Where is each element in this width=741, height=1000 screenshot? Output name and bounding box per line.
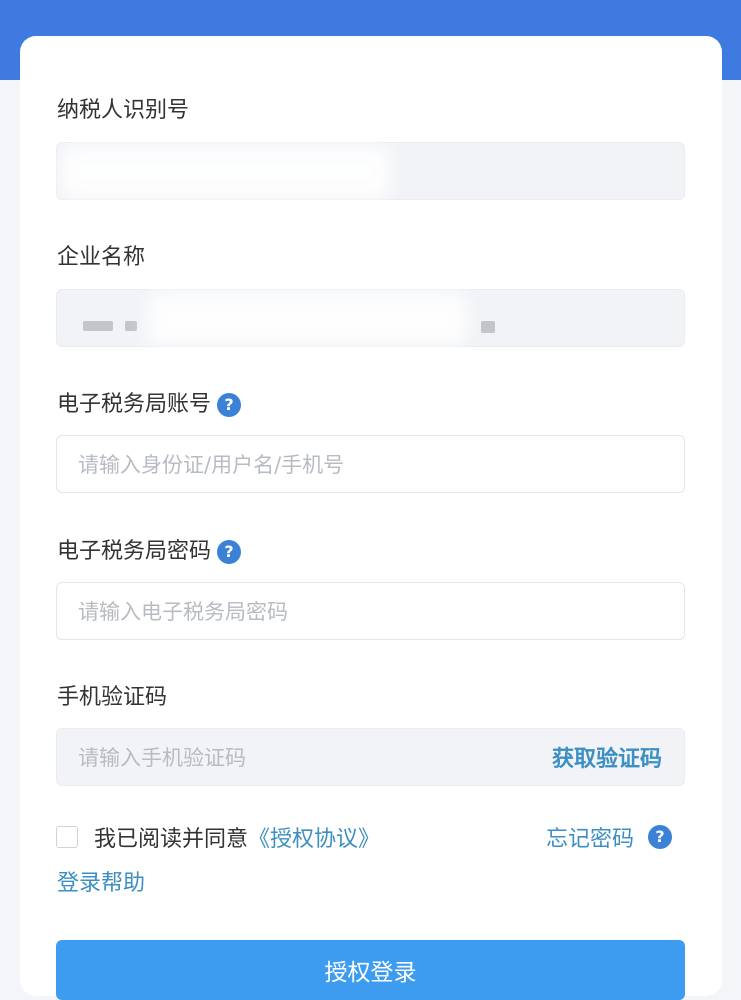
company-name-label: 企业名称 — [57, 243, 145, 273]
sms-code-placeholder: 请输入手机验证码 — [78, 746, 246, 770]
authorize-login-button[interactable]: 授权登录 — [56, 940, 685, 1000]
etax-account-input[interactable]: 请输入身份证/用户名/手机号 — [56, 435, 685, 493]
company-name-label-text: 企业名称 — [57, 245, 146, 270]
authorize-login-label: 授权登录 — [324, 960, 417, 986]
redaction-blur — [61, 145, 391, 199]
taxpayer-id-label: 纳税人识别号 — [57, 96, 189, 126]
etax-password-label: 电子税务局密码 ? — [57, 537, 242, 567]
taxpayer-id-field — [56, 142, 685, 200]
agreement-link[interactable]: 《授权协议》 — [248, 821, 380, 853]
etax-account-label-text: 电子税务局账号 — [57, 392, 212, 417]
question-circle-icon[interactable]: ? — [217, 393, 242, 417]
agreement-text: 我已阅读并同意 — [94, 827, 249, 852]
question-circle-icon[interactable]: ? — [648, 825, 673, 849]
agreement-checkbox[interactable] — [56, 826, 78, 848]
sms-code-label-text: 手机验证码 — [57, 685, 168, 710]
agreement-row: 我已阅读并同意 《授权协议》 — [56, 820, 380, 854]
redaction-mark — [83, 321, 113, 331]
etax-password-input[interactable]: 请输入电子税务局密码 — [56, 582, 685, 640]
login-help-link[interactable]: 登录帮助 — [57, 868, 145, 900]
sms-code-label: 手机验证码 — [57, 683, 167, 713]
get-code-button[interactable]: 获取验证码 — [552, 741, 662, 773]
question-circle-icon[interactable]: ? — [217, 540, 242, 564]
company-name-field — [56, 289, 685, 347]
forgot-password: 忘记密码 ? — [546, 820, 673, 854]
sms-code-input[interactable]: 请输入手机验证码 获取验证码 — [56, 728, 685, 786]
redaction-mark — [481, 321, 495, 333]
etax-account-label: 电子税务局账号 ? — [57, 390, 242, 420]
etax-password-placeholder: 请输入电子税务局密码 — [78, 600, 288, 624]
forgot-password-link[interactable]: 忘记密码 — [546, 821, 634, 853]
taxpayer-id-label-text: 纳税人识别号 — [57, 98, 190, 123]
etax-account-placeholder: 请输入身份证/用户名/手机号 — [78, 453, 345, 477]
redaction-mark — [125, 321, 137, 331]
redaction-blur — [147, 292, 467, 346]
etax-password-label-text: 电子税务局密码 — [57, 539, 212, 564]
